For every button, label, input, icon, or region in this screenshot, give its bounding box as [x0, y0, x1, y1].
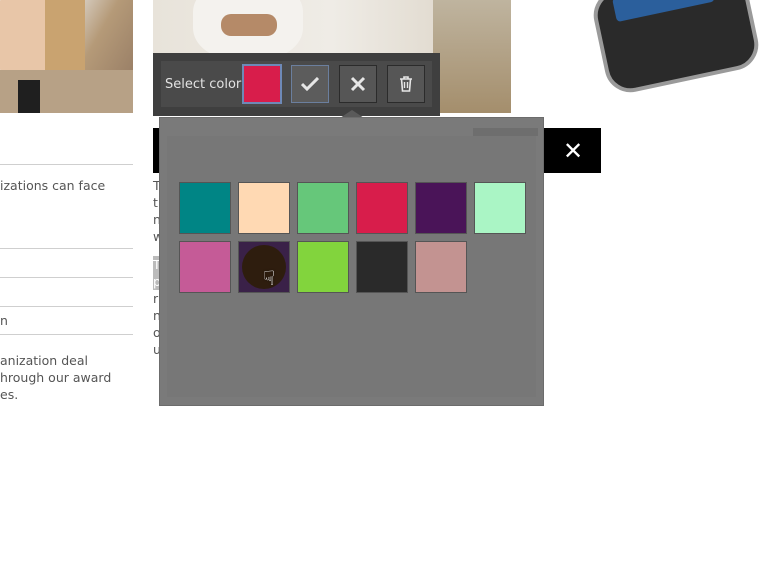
color-toolbar: Select color — [153, 53, 440, 116]
divider — [0, 306, 133, 307]
left-text-line-2: n — [0, 313, 8, 328]
color-swatch[interactable] — [297, 241, 349, 293]
left-text-line-1: izations can face — [0, 178, 106, 193]
divider — [0, 334, 133, 335]
divider — [0, 164, 133, 165]
color-palette — [160, 118, 543, 405]
color-swatch[interactable] — [179, 241, 231, 293]
check-icon — [301, 77, 319, 91]
select-color-label: Select color — [165, 77, 242, 92]
left-text-line-4: hrough our award — [0, 370, 112, 385]
color-swatch[interactable] — [356, 241, 408, 293]
hand-cursor-icon: ☟ — [263, 266, 276, 290]
photo-businesswoman — [0, 0, 133, 113]
cancel-button[interactable] — [339, 65, 377, 103]
mid-char: r — [153, 291, 159, 306]
color-swatch[interactable] — [179, 182, 231, 234]
mid-char: t — [153, 195, 158, 210]
color-swatch[interactable] — [238, 182, 290, 234]
palette-pointer — [340, 110, 364, 118]
delete-button[interactable] — [387, 65, 425, 103]
photo-phone — [588, 0, 762, 98]
close-icon — [350, 76, 366, 92]
color-swatch[interactable] — [474, 182, 526, 234]
left-text-line-5: es. — [0, 387, 19, 402]
left-text-line-3: anization deal — [0, 353, 88, 368]
trash-icon — [400, 76, 412, 92]
divider — [0, 248, 133, 249]
color-swatch[interactable] — [297, 182, 349, 234]
confirm-button[interactable] — [291, 65, 329, 103]
current-color-swatch[interactable] — [242, 64, 282, 104]
divider — [0, 277, 133, 278]
color-swatch[interactable] — [415, 182, 467, 234]
color-swatch[interactable] — [356, 182, 408, 234]
header-close-button[interactable]: ✕ — [545, 128, 601, 173]
palette-scrollbar[interactable] — [473, 128, 538, 136]
color-swatch[interactable] — [415, 241, 467, 293]
